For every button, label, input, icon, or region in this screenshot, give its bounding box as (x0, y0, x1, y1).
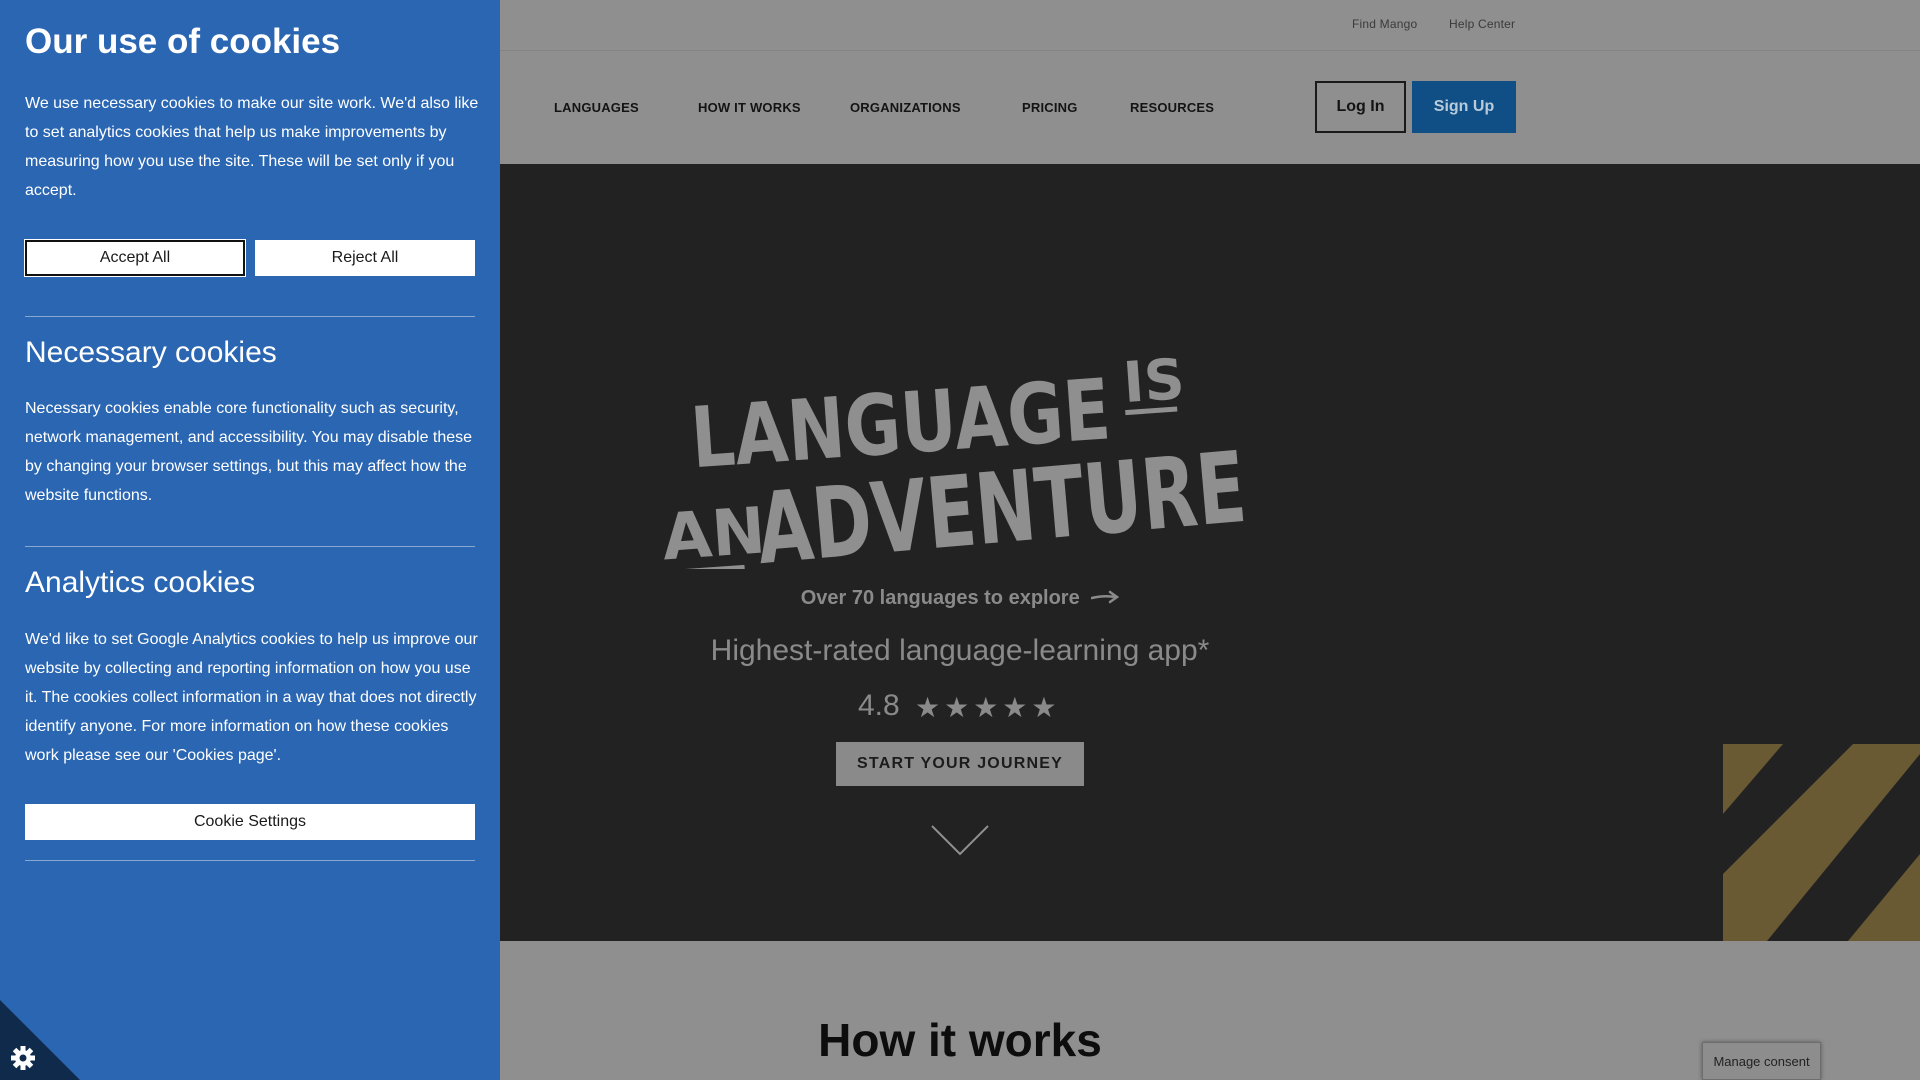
gear-icon[interactable] (0, 1000, 80, 1080)
explore-languages-link[interactable]: Over 70 languages to explore (760, 587, 1160, 610)
analytics-cookies-heading: Analytics cookies (25, 566, 256, 599)
divider (25, 860, 475, 861)
language-is-an-adventure-logo: LANGUAGE IS AN ADVENTURE (660, 347, 1251, 569)
svg-text:AN: AN (660, 494, 768, 569)
chevron-down-icon[interactable] (930, 824, 990, 858)
rating-stars: ★★★★★ (915, 692, 1061, 723)
signup-button[interactable]: Sign Up (1412, 81, 1516, 133)
nav-languages[interactable]: LANGUAGES (554, 100, 639, 115)
help-center-link[interactable]: Help Center (1449, 17, 1515, 31)
necessary-cookies-heading: Necessary cookies (25, 336, 277, 369)
highest-rated-tagline: Highest-rated language-learning app* (710, 634, 1210, 667)
necessary-cookies-text: Necessary cookies enable core functional… (25, 400, 473, 504)
arrow-right-icon (1091, 587, 1120, 610)
divider (25, 546, 475, 547)
nav-organizations[interactable]: ORGANIZATIONS (850, 100, 961, 115)
cookie-panel-title: Our use of cookies (25, 22, 341, 61)
svg-text:IS: IS (1121, 347, 1187, 416)
reject-all-button[interactable]: Reject All (255, 240, 475, 276)
cookie-consent-panel: Our use of cookies We use necessary cook… (0, 0, 500, 1080)
accept-all-button[interactable]: Accept All (24, 239, 246, 277)
cookie-settings-button[interactable]: Cookie Settings (25, 804, 475, 840)
cookie-intro-text: We use necessary cookies to make our sit… (25, 95, 479, 199)
decorative-stripes (1723, 744, 1920, 941)
nav-how-it-works[interactable]: HOW IT WORKS (698, 100, 801, 115)
explore-languages-label: Over 70 languages to explore (800, 587, 1080, 609)
app-rating: 4.8 ★★★★★ (840, 689, 1080, 729)
manage-consent-button[interactable]: Manage consent (1702, 1042, 1821, 1080)
how-it-works-heading: How it works (818, 1014, 1102, 1066)
start-journey-button[interactable]: START YOUR JOURNEY (836, 742, 1084, 786)
login-button[interactable]: Log In (1315, 81, 1406, 133)
nav-pricing[interactable]: PRICING (1022, 100, 1078, 115)
nav-resources[interactable]: RESOURCES (1130, 100, 1214, 115)
rating-value: 4.8 (858, 689, 900, 722)
divider (25, 316, 475, 317)
analytics-cookies-text: We'd like to set Google Analytics cookie… (25, 631, 478, 764)
find-mango-link[interactable]: Find Mango (1352, 17, 1417, 31)
